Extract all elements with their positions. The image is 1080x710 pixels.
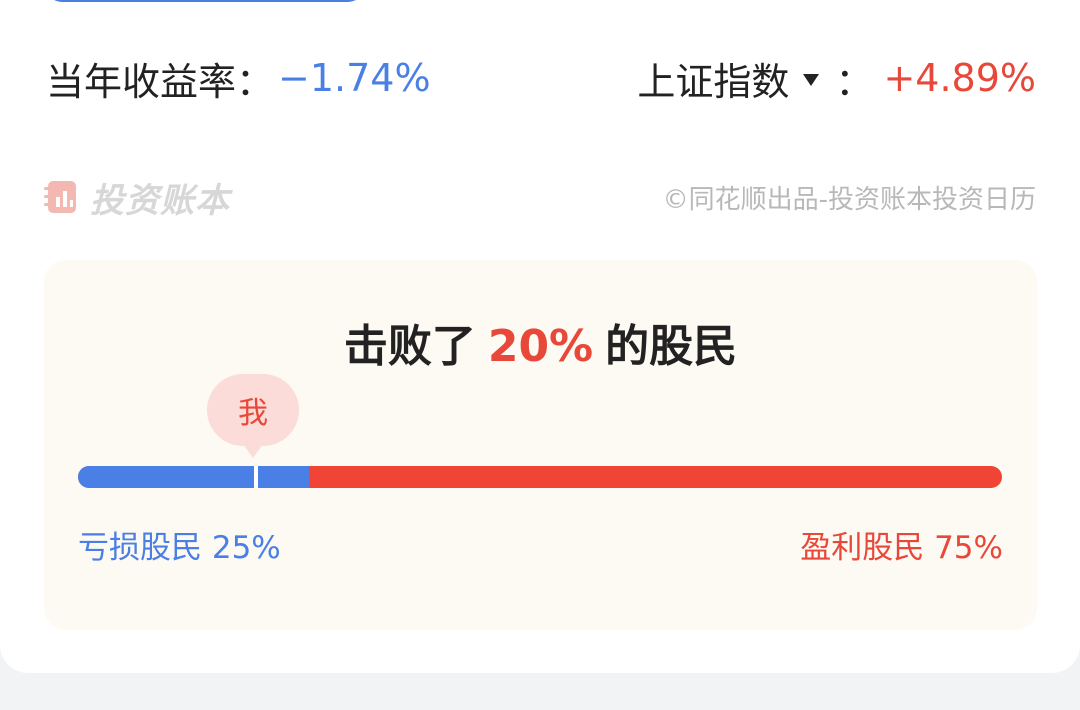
- brand: 投资账本: [44, 173, 230, 222]
- headline-suffix: 的股民: [605, 321, 738, 372]
- returns-row: 当年收益率： −1.74% 上证指数 ： +4.89%: [46, 48, 1036, 108]
- index-selector-label[interactable]: 上证指数: [637, 51, 789, 106]
- ranking-panel: 击败了 20% 的股民 我 亏损股民 25% 盈利股民 75%: [44, 260, 1037, 630]
- me-marker-bubble: 我: [207, 374, 299, 446]
- index-return[interactable]: 上证指数 ： +4.89%: [637, 51, 1036, 106]
- beat-percent: 20%: [487, 321, 594, 372]
- annual-return: 当年收益率： −1.74%: [46, 51, 431, 106]
- gain-investors-label: 盈利股民 75%: [800, 530, 1003, 566]
- result-card: 当年收益率： −1.74% 上证指数 ： +4.89% 投资账本 ©同花顺出品-…: [0, 0, 1080, 673]
- distribution-legend: 亏损股民 25% 盈利股民 75%: [78, 522, 1003, 567]
- ranking-headline: 击败了 20% 的股民: [44, 310, 1037, 374]
- my-position-marker: [254, 466, 258, 488]
- brand-name: 投资账本: [90, 180, 230, 221]
- annual-return-label: 当年收益率：: [46, 59, 275, 104]
- headline-prefix: 击败了: [343, 321, 476, 372]
- index-colon: ：: [835, 59, 874, 104]
- copyright-text: ©同花顺出品-投资账本投资日历: [662, 184, 1036, 215]
- me-label: 我: [238, 396, 268, 431]
- loss-investors-label: 亏损股民 25%: [78, 530, 281, 566]
- loss-segment: [78, 466, 309, 488]
- ledger-chart-icon: [44, 181, 76, 213]
- annual-return-value: −1.74%: [278, 56, 431, 100]
- index-return-value: +4.89%: [883, 56, 1036, 100]
- me-marker-pointer: [243, 444, 263, 458]
- distribution-bar: [78, 466, 1002, 488]
- top-tab-outline[interactable]: [46, 0, 364, 2]
- caret-down-icon[interactable]: [803, 74, 820, 86]
- brand-row: 投资账本 ©同花顺出品-投资账本投资日历: [44, 176, 1036, 221]
